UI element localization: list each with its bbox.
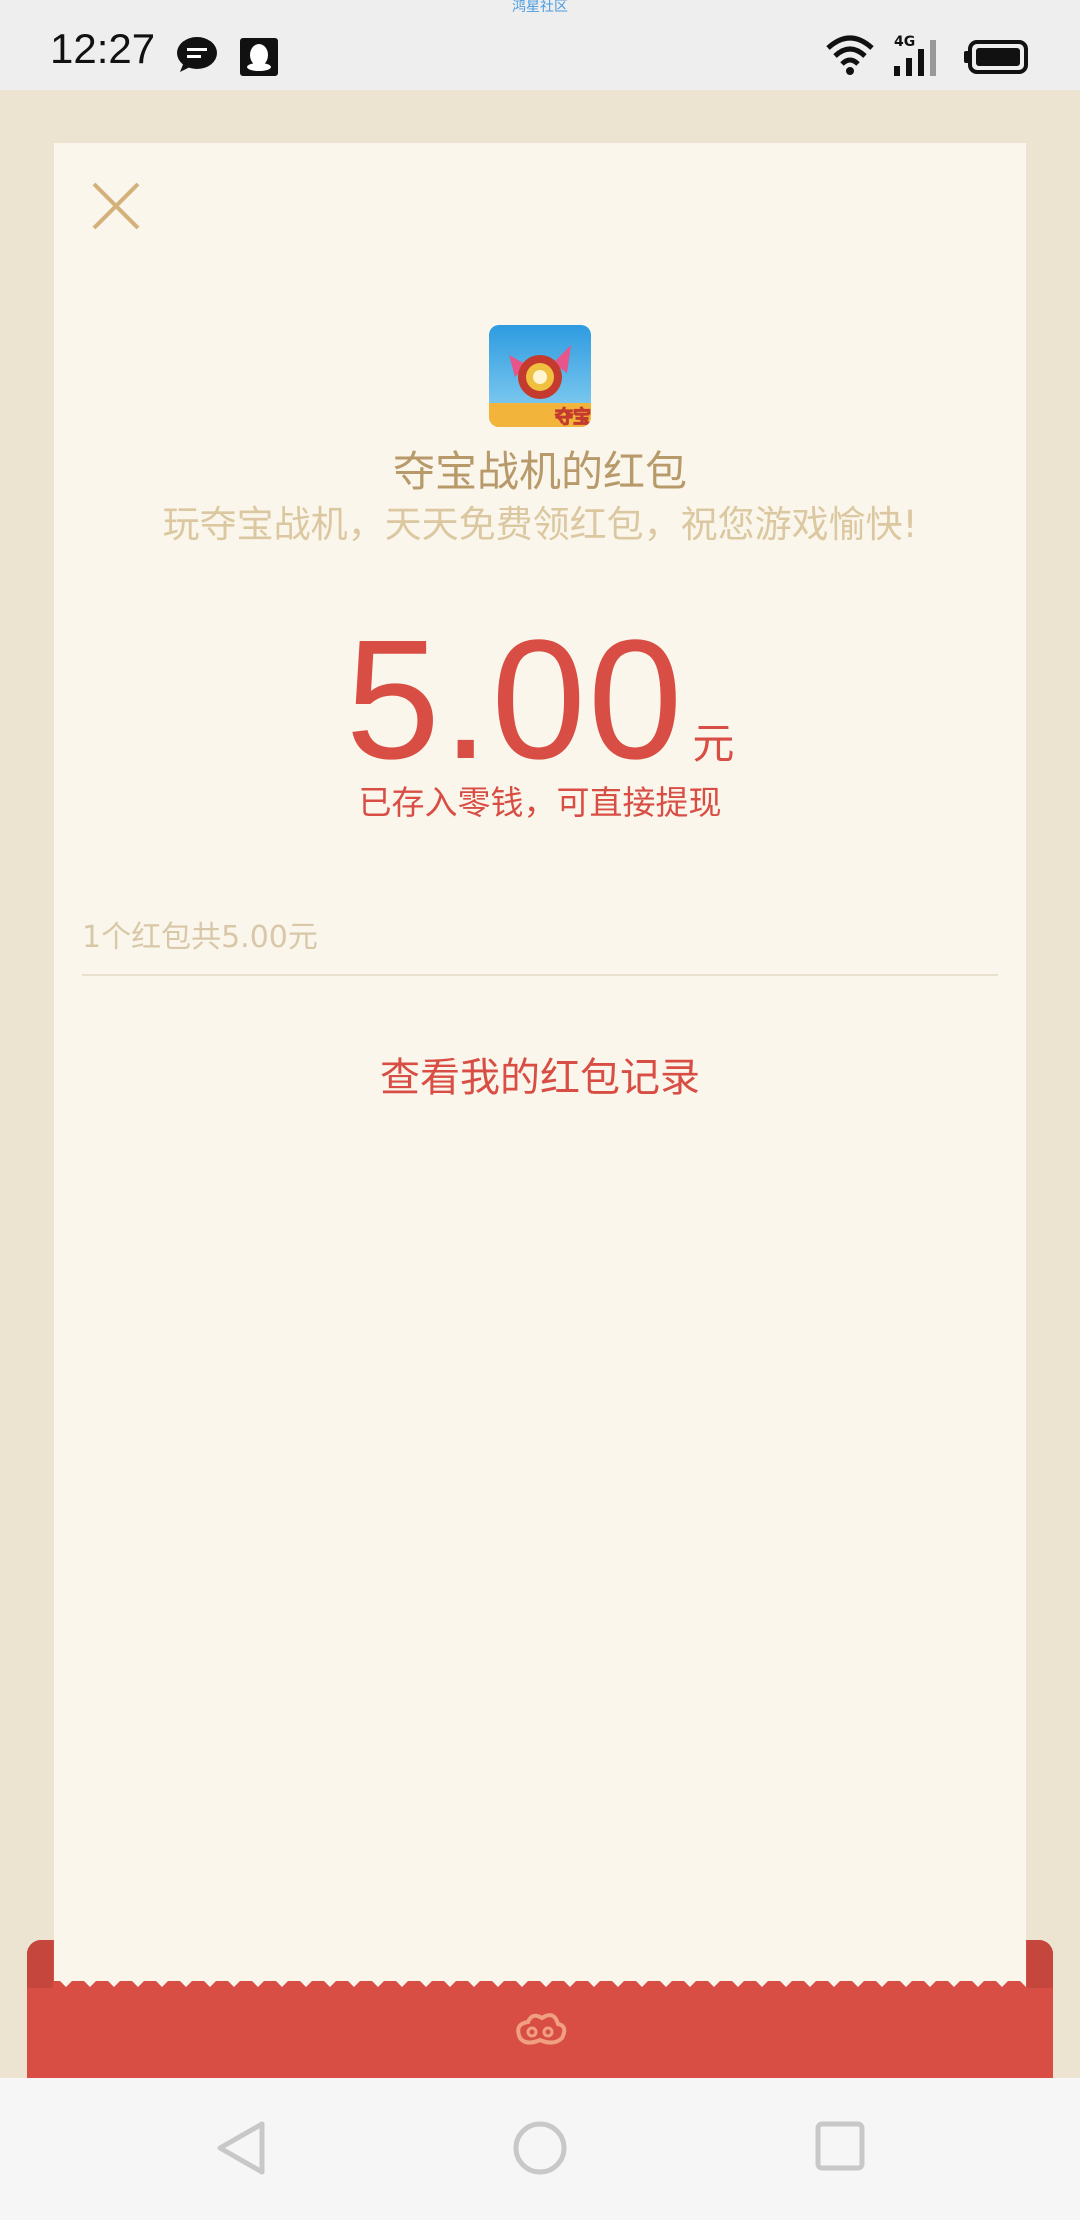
app-icon-text: 夺宝	[555, 406, 591, 427]
packet-amount: 5.00	[345, 605, 685, 795]
red-envelope-flap-left	[27, 1940, 53, 1988]
wifi-icon	[826, 34, 874, 80]
status-time: 12:27	[50, 25, 156, 72]
cloud-logo-icon	[510, 2010, 570, 2054]
divider	[82, 974, 998, 976]
packet-subtitle: 玩夺宝战机，天天免费领红包，祝您游戏愉快!	[162, 503, 918, 546]
close-button[interactable]	[90, 180, 142, 232]
red-envelope-flap-right	[1027, 1940, 1053, 1988]
back-nav-icon[interactable]	[214, 2120, 270, 2180]
packet-count-text: 1个红包共5.00元	[82, 920, 318, 955]
amount-unit: 元	[692, 719, 735, 768]
qq-icon	[240, 38, 278, 80]
status-bar-top-label: 鸿星社区	[512, 0, 568, 15]
stored-note: 已存入零钱，可直接提现	[358, 783, 722, 822]
status-bar: 鸿星社区 12:27 4G	[0, 0, 1080, 90]
app-icon: 夺宝	[489, 325, 591, 427]
view-records-link[interactable]: 查看我的红包记录	[0, 1050, 1080, 1106]
close-icon	[92, 182, 140, 230]
recents-nav-icon[interactable]	[814, 2120, 866, 2176]
card-zigzag-edge	[54, 1975, 1026, 1987]
message-icon	[176, 36, 218, 78]
signal-icon	[892, 40, 940, 80]
battery-icon	[964, 40, 1030, 78]
packet-title: 夺宝战机的红包	[392, 447, 687, 496]
amount-row: 5.00 元	[0, 615, 1080, 785]
navigation-bar	[0, 2078, 1080, 2220]
home-nav-icon[interactable]	[512, 2120, 568, 2180]
